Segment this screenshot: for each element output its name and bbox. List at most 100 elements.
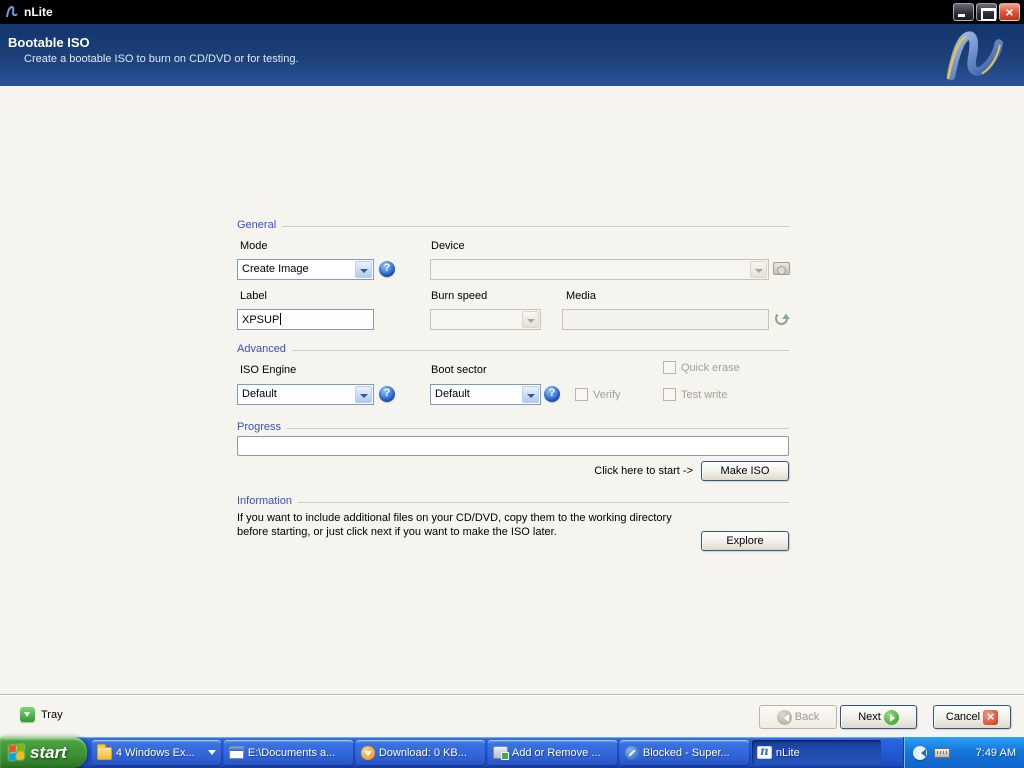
explore-button[interactable]: Explore <box>701 531 789 551</box>
keyboard-tray-icon[interactable] <box>934 748 950 758</box>
close-button[interactable] <box>999 3 1020 21</box>
taskbar-item-documents[interactable]: E:\Documents a... <box>223 740 353 765</box>
back-button-label: Back <box>794 711 820 723</box>
boot-sector-select[interactable]: Default <box>430 384 541 405</box>
media-refresh-icon <box>775 312 790 325</box>
explorer-icon <box>228 746 244 759</box>
verify-checkbox-label: Verify <box>593 388 621 401</box>
hide-icons-chevron-icon[interactable] <box>913 745 927 760</box>
make-iso-button-label: Make ISO <box>720 465 770 477</box>
device-select <box>430 259 769 280</box>
media-input <box>562 309 769 330</box>
task-label: Blocked - Super... <box>642 746 730 759</box>
quick-erase-checkbox-label: Quick erase <box>681 361 740 374</box>
make-iso-button[interactable]: Make ISO <box>701 461 789 481</box>
information-section-line <box>298 502 789 503</box>
footer-divider <box>0 694 1024 696</box>
iso-engine-select-value: Default <box>242 388 277 400</box>
start-button[interactable]: start <box>0 737 87 768</box>
taskbar-clock[interactable]: 7:49 AM <box>976 747 1016 759</box>
verify-checkbox-box <box>575 388 588 401</box>
cancel-button-label: Cancel <box>945 711 981 723</box>
burn-speed-label: Burn speed <box>431 290 488 302</box>
start-hint-text: Click here to start -> <box>594 465 693 477</box>
mode-label: Mode <box>240 240 268 252</box>
general-section-line <box>282 226 789 227</box>
back-arrow-icon <box>776 709 792 725</box>
next-button-label: Next <box>858 711 881 723</box>
boot-sector-dropdown-arrow-icon <box>522 386 539 403</box>
general-section-header: General <box>237 219 789 231</box>
download-icon <box>360 745 375 760</box>
add-remove-icon <box>492 746 509 760</box>
page-title: Bootable ISO <box>8 35 90 50</box>
window-controls <box>953 3 1020 21</box>
nlite-window: nLite Bootable ISO Create a bootable ISO… <box>0 0 1024 768</box>
progress-section-header: Progress <box>237 421 789 433</box>
minimize-button[interactable] <box>953 3 974 21</box>
taskbar-item-windows-explorer-group[interactable]: 4 Windows Ex... <box>91 740 221 765</box>
advanced-section-header: Advanced <box>237 343 789 355</box>
media-label: Media <box>566 290 596 302</box>
mode-select[interactable]: Create Image <box>237 259 374 280</box>
page-header: Bootable ISO Create a bootable ISO to bu… <box>0 24 1024 86</box>
taskbar-item-add-remove[interactable]: Add or Remove ... <box>487 740 617 765</box>
window-title: nLite <box>24 5 53 19</box>
quick-erase-checkbox: Quick erase <box>663 361 740 374</box>
general-section-label: General <box>237 219 277 231</box>
information-text: If you want to include additional files … <box>237 512 672 538</box>
tray-button-label: Tray <box>41 708 63 721</box>
label-label: Label <box>240 290 267 302</box>
progress-section-line <box>287 428 789 429</box>
boot-sector-help-icon[interactable] <box>544 386 560 402</box>
next-button[interactable]: Next <box>840 705 917 729</box>
cancel-button[interactable]: Cancel <box>933 705 1011 729</box>
iso-engine-help-icon[interactable] <box>379 386 395 402</box>
taskbar-item-nlite[interactable]: nLite <box>751 740 881 765</box>
test-write-checkbox-label: Test write <box>681 388 728 401</box>
label-input[interactable]: XPSUP <box>237 309 374 330</box>
information-section-header: Information <box>237 495 789 507</box>
test-write-checkbox: Test write <box>663 388 727 401</box>
mode-select-value: Create Image <box>242 263 309 275</box>
task-label: Download: 0 KB... <box>378 746 467 759</box>
next-arrow-icon <box>883 709 899 725</box>
label-input-value: XPSUP <box>242 314 280 326</box>
progress-section-label: Progress <box>237 421 282 433</box>
boot-sector-label: Boot sector <box>431 364 487 376</box>
progress-bar <box>237 436 789 456</box>
burner-drive-icon <box>773 262 790 275</box>
taskbar-item-blocked[interactable]: Blocked - Super... <box>619 740 749 765</box>
page-subtitle: Create a bootable ISO to burn on CD/DVD … <box>24 53 299 65</box>
folder-icon <box>96 744 112 760</box>
nlite-logo <box>946 31 1004 81</box>
iso-engine-select[interactable]: Default <box>237 384 374 405</box>
advanced-section-label: Advanced <box>237 343 286 355</box>
taskbar: start 4 Windows Ex... E:\Documents a... … <box>0 737 1024 768</box>
verify-checkbox: Verify <box>575 388 621 401</box>
task-label: E:\Documents a... <box>247 746 336 759</box>
tray-arrow-icon <box>20 707 35 722</box>
iso-engine-dropdown-arrow-icon <box>355 386 372 403</box>
device-label: Device <box>431 240 465 252</box>
task-label: 4 Windows Ex... <box>115 746 195 759</box>
group-chevron-icon <box>207 750 216 759</box>
mode-dropdown-arrow-icon <box>355 261 372 278</box>
taskbar-item-download[interactable]: Download: 0 KB... <box>355 740 485 765</box>
device-dropdown-arrow-icon <box>750 261 767 278</box>
tray-button[interactable]: Tray <box>20 707 63 722</box>
advanced-section-line <box>291 350 789 351</box>
nlite-icon <box>756 744 772 759</box>
explore-button-label: Explore <box>726 535 764 547</box>
system-tray: 7:49 AM <box>903 737 1024 768</box>
maximize-button[interactable] <box>976 3 997 21</box>
start-button-label: start <box>30 742 67 762</box>
mode-help-icon[interactable] <box>379 261 395 277</box>
task-label: nLite <box>775 746 800 759</box>
title-bar: nLite <box>0 0 1024 24</box>
burn-speed-select <box>430 309 541 330</box>
information-section-label: Information <box>237 495 293 507</box>
text-caret <box>280 313 282 325</box>
blocked-icon <box>624 745 639 760</box>
nlite-app-icon <box>6 5 18 18</box>
